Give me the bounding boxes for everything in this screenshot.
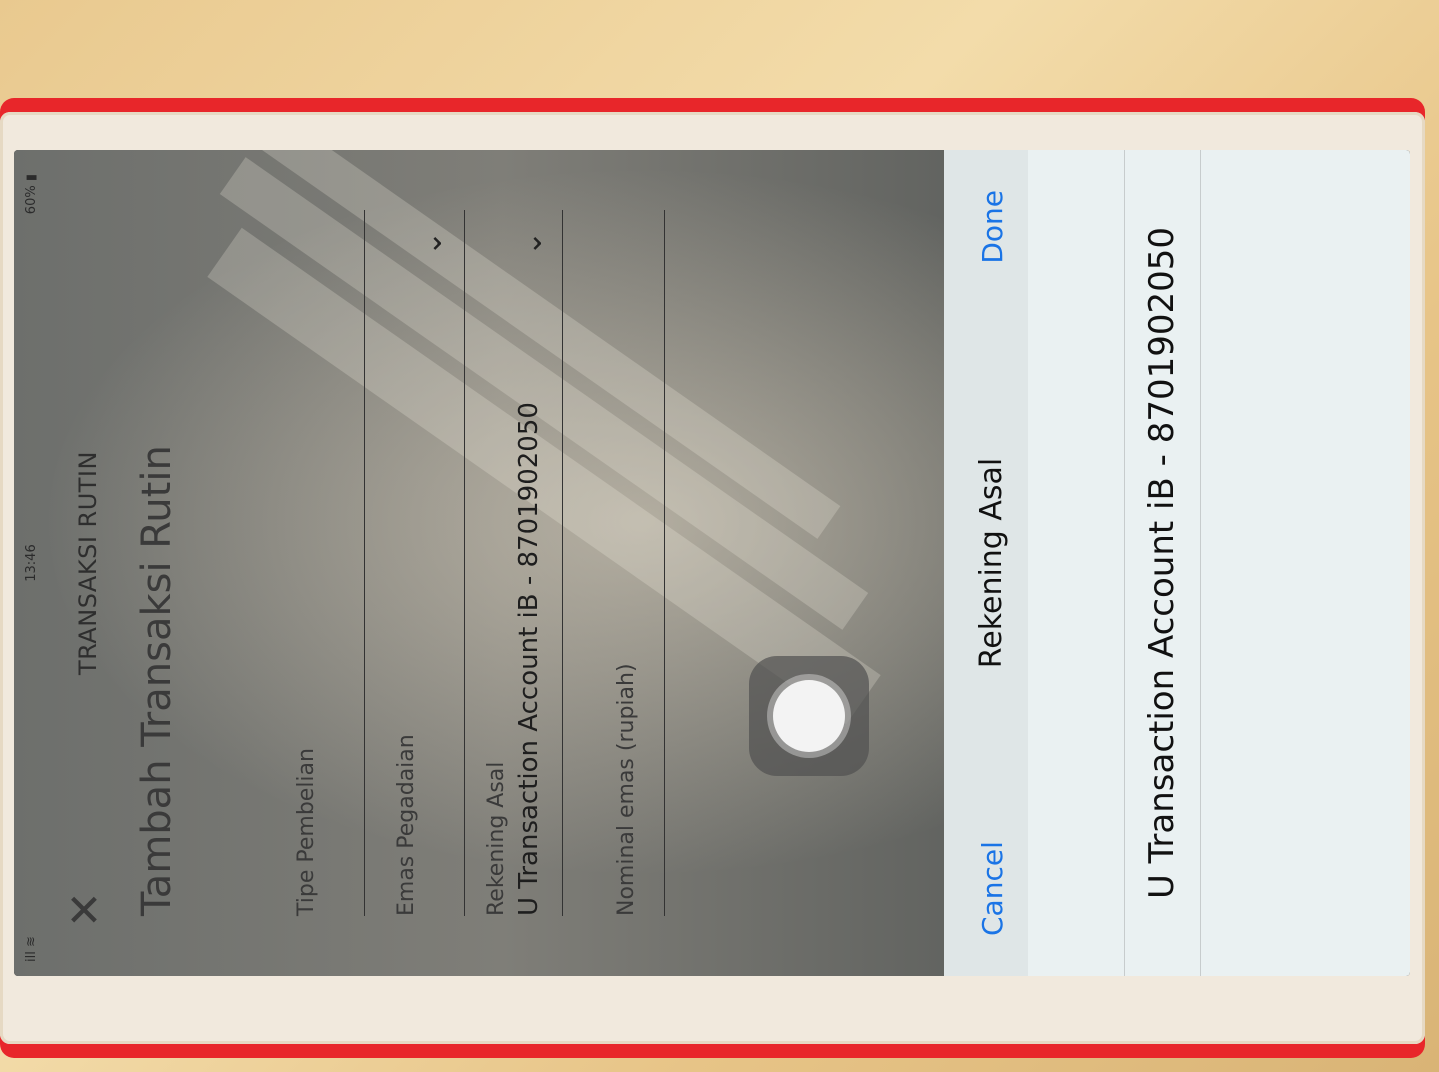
field-label-emas-pegadaian: Emas Pegadaian (394, 734, 419, 916)
chevron-down-icon[interactable]: ⌄ (514, 231, 549, 256)
picker-toolbar: Cancel Rekening Asal Done (944, 150, 1028, 976)
field-underline (364, 210, 365, 916)
picker-option[interactable]: U Transaction Account iB - 8701902050 (1142, 150, 1182, 976)
field-label-rekening-asal: Rekening Asal (484, 761, 509, 916)
app-screen: ill ≋ 13:46 60% ▮ ✕ TRANSAKSI RUTIN Tamb… (14, 150, 1410, 976)
picker-sheet: Cancel Rekening Asal Done U Transaction … (944, 150, 1410, 976)
field-label-tipe-pembelian: Tipe Pembelian (294, 748, 319, 916)
rekening-asal-select[interactable]: U Transaction Account iB - 8701902050 (514, 402, 544, 916)
page-title: TRANSAKSI RUTIN (74, 451, 102, 675)
assistive-touch-button[interactable] (749, 656, 869, 776)
section-title: Tambah Transaksi Rutin (134, 445, 180, 916)
nominal-emas-input[interactable]: Nominal emas (rupiah) (614, 663, 639, 916)
assistive-touch-icon (773, 680, 845, 752)
phone-screen: ill ≋ 13:46 60% ▮ ✕ TRANSAKSI RUTIN Tamb… (14, 150, 1410, 976)
battery-icon: 60% ▮ (24, 174, 39, 215)
chevron-down-icon[interactable]: ⌄ (414, 231, 449, 256)
picker-selection-line (1124, 150, 1125, 976)
picker-title: Rekening Asal (974, 457, 1009, 669)
field-underline (464, 210, 465, 916)
picker-selection-line (1200, 150, 1201, 976)
done-button[interactable]: Done (976, 190, 1009, 264)
status-bar: ill ≋ 13:46 60% ▮ (14, 150, 50, 976)
field-underline (664, 210, 665, 916)
field-underline (562, 210, 563, 916)
status-time: 13:46 (24, 544, 39, 582)
